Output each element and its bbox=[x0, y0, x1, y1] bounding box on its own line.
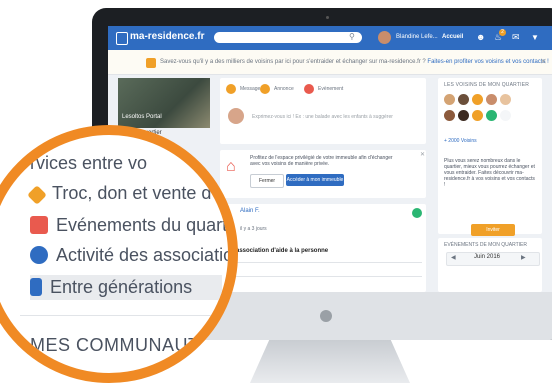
communities-heading: MES COMMUNAUTÉS bbox=[30, 335, 225, 355]
avatar[interactable] bbox=[472, 94, 483, 105]
post-title[interactable]: association d'aide à la personne bbox=[236, 248, 328, 254]
info-text: Profitez de l'espace privilégié de votre… bbox=[250, 155, 393, 167]
events-title: EVÉNEMENTS DE MON QUARTIER bbox=[444, 242, 527, 248]
avatar[interactable] bbox=[500, 110, 511, 121]
quarter-cover-image bbox=[118, 78, 210, 128]
avatar[interactable] bbox=[486, 94, 497, 105]
tab-message[interactable]: Message bbox=[240, 86, 260, 92]
avatar[interactable] bbox=[444, 110, 455, 121]
avatar[interactable] bbox=[378, 31, 391, 44]
close-icon[interactable]: ✕ bbox=[420, 151, 425, 158]
banner-text: Savez-vous qu'il y a des milliers de voi… bbox=[160, 59, 549, 65]
current-month: Juin 2016 bbox=[474, 254, 501, 260]
cover-label: Lesoltos Portal bbox=[122, 114, 162, 120]
logo-icon[interactable] bbox=[116, 32, 128, 45]
event-icon[interactable] bbox=[304, 84, 314, 94]
users-icon[interactable]: ☻ bbox=[476, 32, 485, 42]
avatar[interactable] bbox=[500, 94, 511, 105]
sidebar-item-barter[interactable]: Troc, don et vente d'o bbox=[27, 183, 225, 205]
divider bbox=[232, 276, 422, 277]
avatar[interactable] bbox=[486, 110, 497, 121]
avatar[interactable] bbox=[444, 94, 455, 105]
banner-message: Savez-vous qu'il y a des milliers de voi… bbox=[160, 59, 426, 65]
message-icon[interactable] bbox=[226, 84, 236, 94]
chevron-right-icon[interactable]: ▶ bbox=[521, 254, 526, 261]
post-category-icon bbox=[412, 208, 422, 218]
logo[interactable]: ma-residence.fr bbox=[130, 31, 204, 42]
power-icon bbox=[320, 310, 332, 322]
avatar[interactable] bbox=[458, 110, 469, 121]
divider bbox=[20, 315, 228, 316]
invite-button[interactable]: Inviter bbox=[471, 224, 515, 236]
composer-avatar bbox=[228, 108, 244, 124]
divider bbox=[232, 262, 422, 263]
house-icon: ⌂ bbox=[226, 158, 236, 175]
sidebar-item-events[interactable]: Evénements du quartier bbox=[30, 215, 238, 236]
search-icon[interactable]: ⚲ bbox=[349, 32, 355, 41]
search-input[interactable] bbox=[214, 32, 362, 43]
gift-icon bbox=[146, 58, 156, 68]
avatar[interactable] bbox=[458, 94, 469, 105]
post-time: il y a 3 jours bbox=[240, 226, 267, 232]
close-icon[interactable]: ✕ bbox=[540, 57, 547, 66]
announce-icon[interactable] bbox=[260, 84, 270, 94]
composer-input[interactable]: Exprimez-vous ici ! Ex : une balade avec… bbox=[252, 114, 393, 120]
barter-icon bbox=[27, 185, 47, 205]
sidebar-item-label: Troc, don et vente d'o bbox=[52, 183, 225, 203]
tab-announce[interactable]: Annonce bbox=[274, 86, 294, 92]
close-button[interactable]: Fermer bbox=[250, 174, 284, 188]
avatar[interactable] bbox=[472, 110, 483, 121]
people-icon bbox=[30, 278, 42, 296]
neighbors-title: LES VOISINS DE MON QUARTIER bbox=[444, 82, 530, 88]
calendar-icon bbox=[30, 216, 48, 234]
sidebar-item-generations[interactable]: Entre générations bbox=[30, 275, 223, 300]
sidebar-item-associations[interactable]: Activité des associations bbox=[30, 245, 238, 266]
monitor-stand bbox=[250, 340, 410, 383]
sidebar-item-label: Entre générations bbox=[50, 277, 193, 297]
access-building-button[interactable]: Accéder à mon immeuble bbox=[286, 174, 344, 186]
mail-icon[interactable]: ✉ bbox=[512, 32, 520, 43]
post-author[interactable]: Alain F. bbox=[240, 208, 260, 214]
camera-dot bbox=[326, 16, 329, 19]
user-name[interactable]: Blandine Lefe... bbox=[396, 34, 438, 40]
neighbors-count[interactable]: + 2000 Voisins bbox=[444, 138, 477, 144]
sidebar-item-label: Evénements du quartier bbox=[56, 215, 238, 235]
services-heading: rvices entre vo bbox=[30, 153, 148, 173]
handshake-icon bbox=[30, 246, 48, 264]
menu-icon[interactable]: ▼ bbox=[531, 33, 539, 42]
tab-event[interactable]: Evènement bbox=[318, 86, 343, 92]
sidebar-item-label: Activité des associations bbox=[56, 245, 238, 265]
nav-home[interactable]: Accueil bbox=[442, 34, 463, 40]
chevron-left-icon[interactable]: ◀ bbox=[451, 254, 456, 261]
banner-link[interactable]: Faites-en profiter vos voisins et vos co… bbox=[427, 59, 548, 65]
notification-badge: 2 bbox=[499, 29, 506, 36]
neighbors-text: Plus vous serez nombreux dans le quartie… bbox=[444, 158, 535, 188]
